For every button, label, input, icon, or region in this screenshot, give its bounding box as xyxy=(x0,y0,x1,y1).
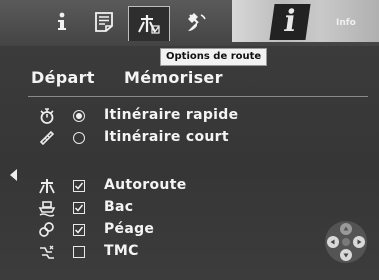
tab-route-options[interactable] xyxy=(128,6,170,41)
menu-bar: Départ Mémoriser xyxy=(0,64,379,90)
option-label: Péage xyxy=(104,221,155,237)
document-icon xyxy=(95,12,113,32)
route-options-screen: i Info Options de route Départ Mémoriser… xyxy=(0,0,379,280)
divider xyxy=(28,96,368,97)
stopwatch-icon xyxy=(37,106,57,126)
ferry-checkbox[interactable] xyxy=(72,201,86,215)
info-thumbnail[interactable]: i Info xyxy=(232,0,379,42)
short-route-radio[interactable] xyxy=(72,131,86,145)
scroll-left-arrow-icon[interactable] xyxy=(10,169,17,181)
option-short-route[interactable]: Itinéraire court xyxy=(0,128,379,148)
fast-route-radio[interactable] xyxy=(72,109,86,123)
tmc-icon xyxy=(37,242,57,262)
memoriser-menu[interactable]: Mémoriser xyxy=(124,68,223,87)
option-label: TMC xyxy=(104,243,139,259)
info-icon xyxy=(58,12,66,30)
satellite-icon xyxy=(188,13,206,31)
ferry-icon xyxy=(37,198,57,218)
ruler-icon xyxy=(37,128,57,148)
depart-menu[interactable]: Départ xyxy=(31,68,95,87)
option-label: Bac xyxy=(104,199,134,215)
directional-pad-icon[interactable] xyxy=(322,218,370,266)
tab-satellite[interactable] xyxy=(177,8,217,36)
route-options-icon xyxy=(138,15,160,34)
large-info-icon: i xyxy=(269,4,311,40)
toll-icon xyxy=(37,220,57,240)
tmc-checkbox[interactable] xyxy=(72,245,86,259)
option-label: Itinéraire rapide xyxy=(104,107,239,123)
option-label: Autoroute xyxy=(104,177,187,193)
option-highway[interactable]: Autoroute xyxy=(0,176,379,196)
tab-bar: i Info xyxy=(0,0,379,46)
option-ferry[interactable]: Bac xyxy=(0,198,379,218)
thumbnail-label: Info xyxy=(336,18,356,28)
highway-checkbox[interactable] xyxy=(72,179,86,193)
highway-icon xyxy=(37,176,57,196)
tab-document[interactable] xyxy=(84,8,124,36)
option-fast-route[interactable]: Itinéraire rapide xyxy=(0,106,379,126)
tab-info[interactable] xyxy=(42,8,82,36)
option-label: Itinéraire court xyxy=(104,129,229,145)
toll-checkbox[interactable] xyxy=(72,223,86,237)
